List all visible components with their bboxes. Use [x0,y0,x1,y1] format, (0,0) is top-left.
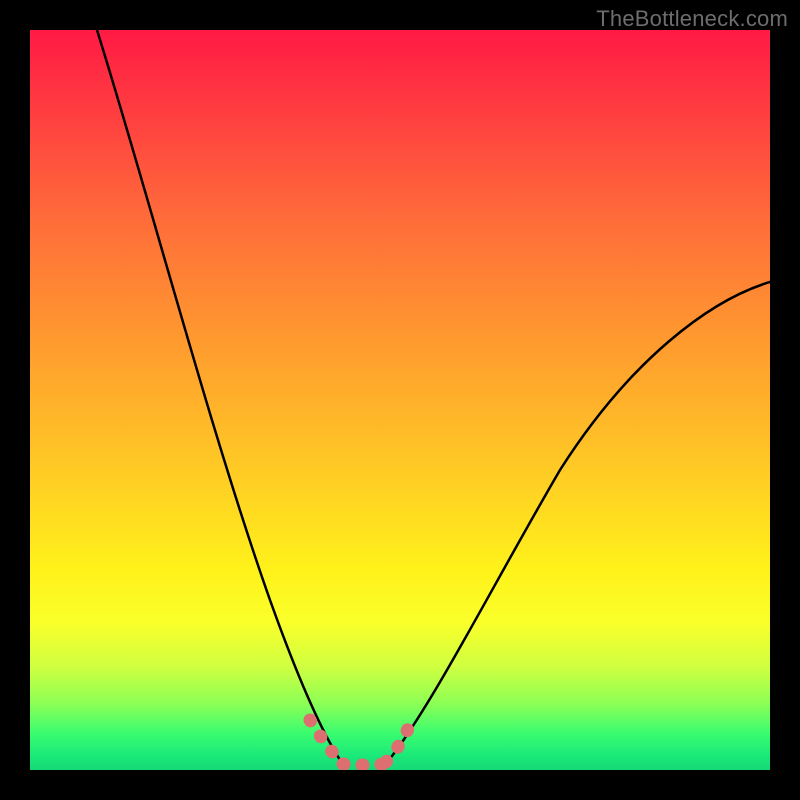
curve-layer [30,30,770,770]
chart-frame: TheBottleneck.com [0,0,800,800]
curve-left [97,30,342,763]
bottom-bracket-flat [343,764,386,765]
gradient-plot-area [30,30,770,770]
watermark-text: TheBottleneck.com [596,6,788,32]
curve-right [385,282,770,765]
bottom-bracket-right [386,714,414,762]
